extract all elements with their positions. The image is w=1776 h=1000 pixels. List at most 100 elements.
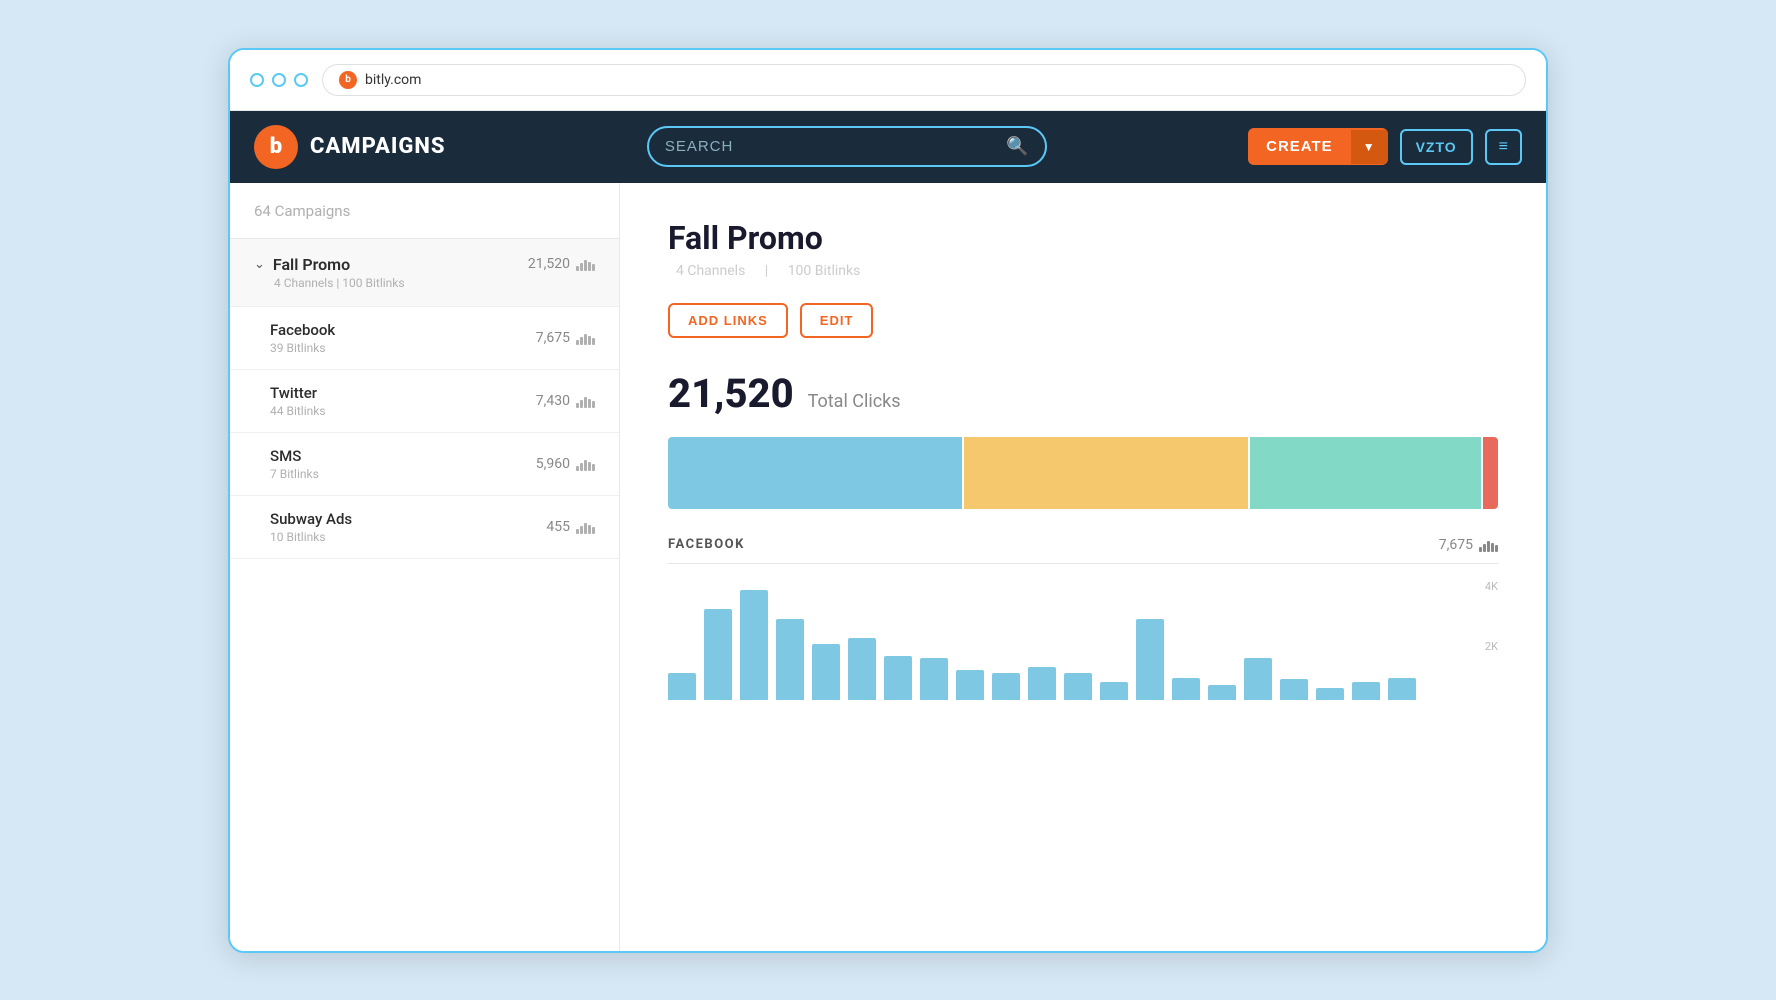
bar-chart-bar — [920, 658, 948, 699]
bar-chart-bar — [740, 590, 768, 700]
edit-button[interactable]: EDIT — [800, 303, 874, 338]
bar-chart-icon — [576, 520, 595, 534]
total-clicks-section: 21,520 Total Clicks — [668, 370, 1498, 417]
channel-clicks: 5,960 — [536, 456, 570, 472]
favicon: b — [339, 71, 357, 89]
detail-panel: Fall Promo 4 Channels | 100 Bitlinks ADD… — [620, 183, 1546, 951]
campaign-count: 64 Campaigns — [254, 202, 350, 220]
y-label-2k: 2K — [1485, 640, 1498, 653]
bar-chart-bar — [1316, 688, 1344, 700]
bar-chart-bar — [668, 673, 696, 699]
channel-clicks: 7,430 — [536, 393, 570, 409]
channel-breakdown: FACEBOOK 7,675 — [668, 537, 1498, 700]
create-button[interactable]: CREATE ▼ — [1248, 128, 1387, 165]
channel-stats: 455 — [546, 519, 595, 535]
bar-chart-bar — [704, 609, 732, 700]
campaign-clicks: 21,520 — [528, 256, 570, 272]
sidebar-header: 64 Campaigns — [230, 183, 619, 239]
campaign-item-left: ⌄ Fall Promo — [254, 255, 350, 274]
create-button-label: CREATE — [1248, 128, 1351, 165]
bar-chart-bar — [1172, 678, 1200, 700]
bar-chart-bar — [1028, 667, 1056, 699]
user-button[interactable]: VZTO — [1400, 129, 1473, 165]
search-icon[interactable]: 🔍 — [1006, 136, 1028, 157]
bar-chart-bar — [812, 644, 840, 700]
channel-info: Twitter 44 Bitlinks — [270, 384, 326, 418]
menu-button[interactable]: ≡ — [1485, 129, 1522, 165]
stacked-bar-twitter — [964, 437, 1248, 509]
bar-chart-bar — [776, 619, 804, 700]
bar-chart-icon — [576, 394, 595, 408]
channel-info: SMS 7 Bitlinks — [270, 447, 319, 481]
channel-meta: 39 Bitlinks — [270, 341, 335, 355]
search-input-wrap[interactable]: 🔍 — [647, 126, 1047, 167]
bar-chart-bar — [1100, 682, 1128, 700]
channel-meta: 10 Bitlinks — [270, 530, 352, 544]
channel-item-sms[interactable]: SMS 7 Bitlinks 5,960 — [230, 433, 619, 496]
search-input[interactable] — [665, 138, 999, 155]
channel-item-facebook[interactable]: Facebook 39 Bitlinks 7,675 — [230, 307, 619, 370]
campaign-meta: 4 Channels | 100 Bitlinks — [254, 276, 595, 290]
nav-actions: CREATE ▼ VZTO ≡ — [1248, 128, 1522, 165]
campaign-chevron-icon: ⌄ — [254, 257, 265, 272]
channel-breakdown-label: FACEBOOK — [668, 537, 745, 552]
bar-chart-icon — [1479, 538, 1498, 552]
bar-chart-bar — [1280, 679, 1308, 700]
bar-chart-bar — [956, 670, 984, 699]
bar-chart-bar — [1388, 678, 1416, 700]
channel-breakdown-header: FACEBOOK 7,675 — [668, 537, 1498, 564]
bar-chart-bar — [1064, 673, 1092, 699]
browser-window: b bitly.com b CAMPAIGNS 🔍 CREATE — [228, 48, 1548, 953]
channel-clicks: 7,675 — [536, 330, 570, 346]
channel-clicks: 455 — [546, 519, 570, 535]
url-text: bitly.com — [365, 72, 421, 88]
bar-chart-bar — [1352, 682, 1380, 700]
campaign-name: Fall Promo — [273, 255, 350, 274]
detail-channels: 4 Channels — [676, 263, 745, 279]
logo-letter: b — [270, 134, 282, 159]
logo-circle: b — [254, 125, 298, 169]
browser-chrome: b bitly.com — [230, 50, 1546, 111]
bar-chart-bar — [992, 673, 1020, 699]
app: b CAMPAIGNS 🔍 CREATE ▼ VZTO ≡ — [230, 111, 1546, 951]
browser-dot-2 — [272, 73, 286, 87]
channel-name: Subway Ads — [270, 510, 352, 528]
address-bar[interactable]: b bitly.com — [322, 64, 1526, 96]
facebook-bar-chart — [668, 580, 1462, 700]
browser-dot-3 — [294, 73, 308, 87]
channel-item-subway[interactable]: Subway Ads 10 Bitlinks 455 — [230, 496, 619, 559]
channel-info: Subway Ads 10 Bitlinks — [270, 510, 352, 544]
y-label-4k: 4K — [1485, 580, 1498, 593]
bar-chart-bar — [1136, 619, 1164, 700]
channel-name: Facebook — [270, 321, 335, 339]
bar-chart-icon — [576, 257, 595, 271]
create-chevron-icon[interactable]: ▼ — [1351, 130, 1388, 164]
channel-stats: 7,430 — [536, 393, 595, 409]
channel-meta: 44 Bitlinks — [270, 404, 326, 418]
bar-chart-bar — [1244, 658, 1272, 699]
stacked-bar-chart — [668, 437, 1498, 509]
bar-chart-bar — [884, 656, 912, 700]
browser-dots — [250, 73, 308, 87]
channel-meta: 7 Bitlinks — [270, 467, 319, 481]
detail-separator: | — [765, 263, 768, 279]
bar-chart-bar — [848, 638, 876, 700]
nav-title: CAMPAIGNS — [310, 134, 446, 159]
channel-name: Twitter — [270, 384, 326, 402]
nav-search: 🔍 — [490, 126, 1205, 167]
detail-title: Fall Promo — [668, 219, 1498, 257]
stacked-bar-facebook — [668, 437, 962, 509]
channel-stats: 7,675 — [536, 330, 595, 346]
campaign-stats: 21,520 — [528, 256, 595, 272]
facebook-bar-chart-wrap: 4K 2K — [668, 580, 1498, 700]
add-links-button[interactable]: ADD LINKS — [668, 303, 788, 338]
detail-meta: 4 Channels | 100 Bitlinks — [668, 263, 1498, 279]
channel-name: SMS — [270, 447, 319, 465]
channel-item-twitter[interactable]: Twitter 44 Bitlinks 7,430 — [230, 370, 619, 433]
detail-actions: ADD LINKS EDIT — [668, 303, 1498, 338]
campaign-item[interactable]: ⌄ Fall Promo 21,520 — [230, 239, 619, 307]
stacked-bar-subway — [1483, 437, 1498, 509]
stacked-bar-sms — [1250, 437, 1481, 509]
top-nav: b CAMPAIGNS 🔍 CREATE ▼ VZTO ≡ — [230, 111, 1546, 183]
bar-chart-icon — [576, 331, 595, 345]
